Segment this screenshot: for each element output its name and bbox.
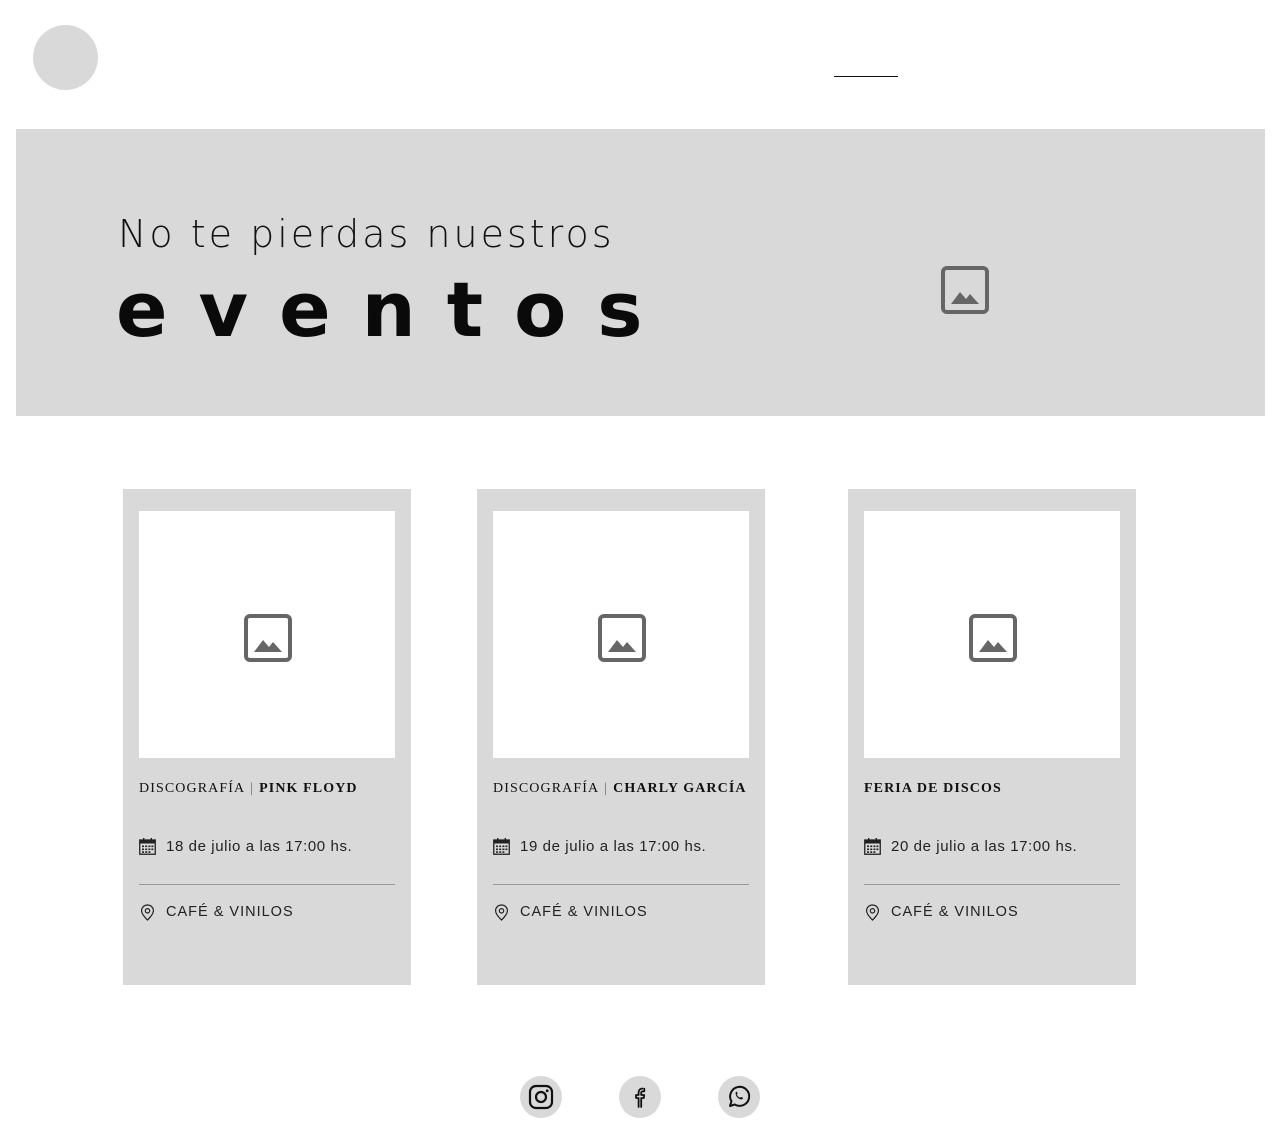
event-title[interactable]: DISCOGRAFÍA | CHARLY GARCÍA (493, 776, 749, 802)
event-category: DISCOGRAFÍA (139, 781, 246, 796)
location-pin-icon (493, 903, 510, 921)
image-placeholder-icon (244, 614, 292, 662)
event-location: CAFÉ & VINILOS (864, 902, 1019, 922)
facebook-icon (635, 1087, 646, 1108)
image-placeholder-icon (969, 614, 1017, 662)
hero-subtitle: No te pierdas nuestros (118, 212, 615, 256)
divider (139, 884, 395, 885)
calendar-icon (139, 837, 156, 855)
whatsapp-icon (729, 1085, 751, 1107)
event-title[interactable]: DISCOGRAFÍA | PINK FLOYD (139, 776, 395, 802)
instagram-icon (528, 1084, 554, 1110)
event-image[interactable] (864, 511, 1120, 758)
location-pin-icon (864, 903, 881, 921)
event-category: DISCOGRAFÍA (493, 781, 600, 796)
event-card[interactable]: FERIA DE DISCOS 20 de julio a las 17:00 … (848, 489, 1136, 985)
event-date-text: 19 de julio a las 17:00 hs. (520, 837, 707, 855)
title-separator: | (250, 781, 255, 796)
event-card[interactable]: DISCOGRAFÍA | PINK FLOYD 18 de julio a las… (123, 489, 411, 985)
event-date: 19 de julio a las 17:00 hs. (493, 836, 706, 856)
facebook-link[interactable] (619, 1076, 661, 1118)
event-location: CAFÉ & VINILOS (139, 902, 294, 922)
event-location-text: CAFÉ & VINILOS (520, 904, 648, 920)
event-location: CAFÉ & VINILOS (493, 902, 648, 922)
event-date-text: 18 de julio a las 17:00 hs. (166, 837, 353, 855)
event-location-text: CAFÉ & VINILOS (166, 904, 294, 920)
event-image[interactable] (493, 511, 749, 758)
event-image[interactable] (139, 511, 395, 758)
divider (864, 884, 1120, 885)
whatsapp-link[interactable] (718, 1076, 760, 1118)
nav-active-indicator[interactable] (834, 76, 898, 77)
location-pin-icon (139, 903, 156, 921)
logo[interactable] (33, 25, 98, 90)
instagram-link[interactable] (520, 1076, 562, 1118)
event-name: FERIA DE DISCOS (864, 781, 1002, 796)
event-title[interactable]: FERIA DE DISCOS (864, 776, 1120, 802)
image-placeholder-icon (598, 614, 646, 662)
hero-title: eventos (116, 265, 674, 354)
event-date-text: 20 de julio a las 17:00 hs. (891, 837, 1078, 855)
divider (493, 884, 749, 885)
calendar-icon (864, 837, 881, 855)
title-separator: | (604, 781, 609, 796)
event-name: PINK FLOYD (259, 781, 358, 796)
event-card[interactable]: DISCOGRAFÍA | CHARLY GARCÍA 19 de julio a … (477, 489, 765, 985)
hero-banner: No te pierdas nuestros eventos (16, 129, 1265, 416)
event-location-text: CAFÉ & VINILOS (891, 904, 1019, 920)
calendar-icon (493, 837, 510, 855)
event-date: 18 de julio a las 17:00 hs. (139, 836, 352, 856)
event-name: CHARLY GARCÍA (613, 781, 747, 796)
event-date: 20 de julio a las 17:00 hs. (864, 836, 1077, 856)
image-placeholder-icon (941, 266, 989, 314)
